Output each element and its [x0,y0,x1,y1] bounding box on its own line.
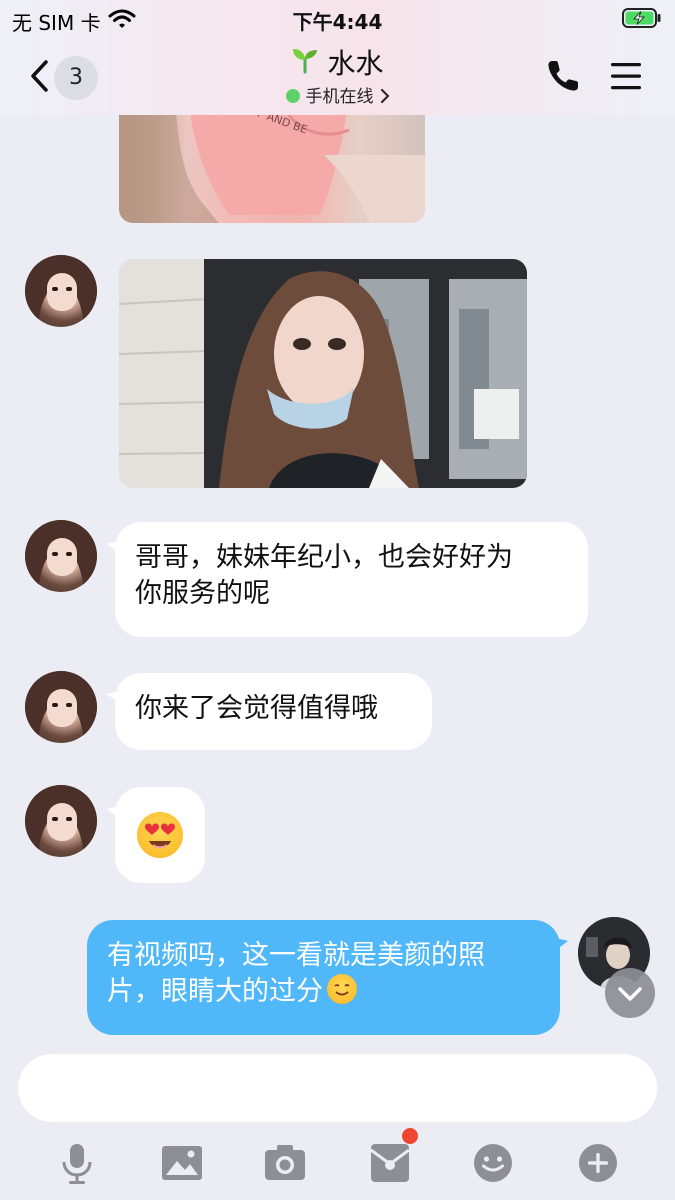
smile-emoji [327,974,357,1004]
message-input[interactable] [18,1054,657,1122]
message-list[interactable]: UP AND BE 哥哥，妹妹年纪小，也会好好为 你服务的呢 你来了会觉得值得哦… [0,115,675,1040]
online-indicator [285,89,300,103]
sprout-icon [291,45,319,85]
contact-avatar[interactable] [25,255,97,327]
camera-icon[interactable] [262,1140,308,1186]
red-packet-icon[interactable] [367,1140,413,1186]
phone-call-button[interactable] [545,58,581,94]
image-icon[interactable] [159,1140,205,1186]
plus-icon[interactable] [575,1140,621,1186]
chat-header: 无 SIM 卡 下午4:44 3 水水 手机在线 [0,0,675,115]
message-text: 有视频吗，这一看就是美颜的照 [107,940,485,971]
contact-avatar[interactable] [25,671,97,743]
message-text: 你服务的呢 [135,578,270,609]
message-text: 片，眼睛大的过分 [107,976,323,1007]
notification-dot [402,1128,418,1144]
message-text: 哥哥，妹妹年纪小，也会好好为 [135,542,513,573]
chevron-right-icon [380,86,390,110]
message-image[interactable]: UP AND BE [119,115,425,223]
message-bubble-outgoing[interactable]: 有视频吗，这一看就是美颜的照 片，眼睛大的过分 [87,920,560,1035]
status-bar: 无 SIM 卡 下午4:44 [0,0,675,38]
battery-charging-icon [622,8,662,28]
microphone-icon[interactable] [54,1140,100,1186]
clock: 下午4:44 [292,10,383,34]
input-area [0,1040,675,1200]
presence-label: 手机在线 [305,87,374,107]
message-text: 你来了会觉得值得哦 [135,693,378,724]
contact-avatar[interactable] [25,785,97,857]
emoji-icon[interactable] [470,1140,516,1186]
message-bubble[interactable] [115,787,205,883]
message-image[interactable] [119,259,527,488]
contact-avatar[interactable] [25,520,97,592]
message-bubble[interactable]: 你来了会觉得值得哦 [115,673,432,750]
heart-eyes-emoji [137,812,183,858]
scroll-to-bottom-button[interactable] [605,968,655,1018]
contact-name: 水水 [327,47,384,80]
menu-icon[interactable] [606,58,646,94]
message-bubble[interactable]: 哥哥，妹妹年纪小，也会好好为 你服务的呢 [115,522,588,637]
